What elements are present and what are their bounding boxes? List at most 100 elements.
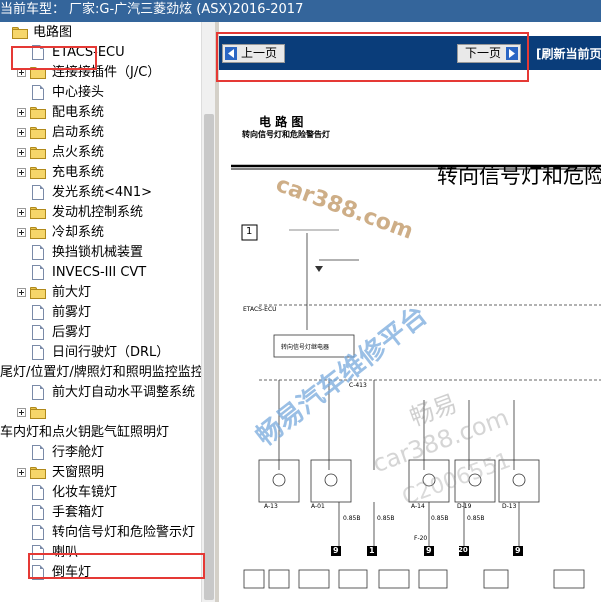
tree-item[interactable]: 启动系统 — [0, 123, 201, 143]
folder-icon — [30, 287, 46, 299]
tree-item-label: 配电系统 — [52, 105, 105, 120]
folder-icon — [30, 147, 46, 159]
tree-item[interactable]: 冷却系统 — [0, 223, 201, 243]
folder-icon — [30, 467, 46, 479]
tree-item[interactable]: 配电系统 — [0, 103, 201, 123]
tree-item[interactable]: 尾灯/位置灯/牌照灯和照明监控监控器 — [0, 363, 201, 383]
diagram-main-title: 转向信号灯和危险 — [437, 164, 601, 188]
tree-item-label: 冷却系统 — [52, 225, 105, 240]
connector-label-5: D-13 — [502, 503, 517, 510]
tree-item[interactable]: 前大灯 — [0, 283, 201, 303]
tree-item[interactable]: 化妆车镜灯 — [0, 483, 201, 503]
document-icon — [32, 265, 44, 280]
tree-item-label: 前大灯自动水平调整系统 — [52, 385, 196, 400]
tree-item[interactable]: 后雾灯 — [0, 323, 201, 343]
tree-item-label: 行李舱灯 — [52, 445, 105, 460]
tree-item[interactable]: 电路图 — [0, 23, 201, 43]
wire-label-3: 0.85B — [431, 515, 449, 522]
wire-label-1: 0.85B — [343, 515, 361, 522]
highlight-selected-item — [28, 553, 205, 579]
expand-icon[interactable] — [17, 148, 26, 157]
connector-label-2: A-01 — [311, 503, 325, 510]
tree-item[interactable]: 转向信号灯和危险警示灯 — [0, 523, 201, 543]
window-titlebar: 当前车型： 厂家:G-广汽三菱劲炫 (ASX)2016-2017 — [0, 0, 601, 22]
tree-item-label: 发动机控制系统 — [52, 205, 144, 220]
tree-item-label: 点火系统 — [52, 145, 105, 160]
vehicle-label: 当前车型： — [0, 2, 66, 17]
tree-scroll-thumb[interactable] — [204, 114, 214, 600]
tree-item-label: 启动系统 — [52, 125, 105, 140]
folder-icon — [30, 227, 46, 239]
document-icon — [32, 485, 44, 500]
expand-icon[interactable] — [17, 228, 26, 237]
document-icon — [32, 445, 44, 460]
tree-item-label: 天窗照明 — [52, 465, 105, 480]
tree-item[interactable] — [0, 403, 201, 423]
section-title: 电 路 图 — [259, 115, 304, 129]
document-icon — [32, 525, 44, 540]
expand-icon[interactable] — [17, 128, 26, 137]
connector-label-1: A-13 — [264, 503, 278, 510]
tree-item-label: 前雾灯 — [52, 305, 92, 320]
navigation-tree[interactable]: 电路图 ETACS-ECU 连接接插件（J/C） 中心接头 配电系统 启动系统 点火系统 充电… — [0, 22, 201, 602]
refresh-page-link[interactable]: [刷新当前页] — [536, 45, 601, 62]
tree-item-label: 化妆车镜灯 — [52, 485, 118, 500]
document-icon — [32, 245, 44, 260]
tree-item[interactable]: 中心接头 — [0, 83, 201, 103]
document-icon — [32, 325, 44, 340]
tree-item-label: 尾灯/位置灯/牌照灯和照明监控监控器 — [0, 365, 201, 380]
tree-item-label: 充电系统 — [52, 165, 105, 180]
tree-item-label: INVECS-III CVT — [52, 265, 147, 280]
connector-label-4: D-19 — [457, 503, 472, 510]
tree-item[interactable]: 充电系统 — [0, 163, 201, 183]
relay-label: 转向信号灯继电器 — [281, 344, 330, 351]
connector-label-6: C-413 — [349, 382, 367, 389]
tree-item-label: 前大灯 — [52, 285, 92, 300]
section-subtitle: 转向信号灯和危险警告灯 — [242, 130, 330, 139]
expand-icon[interactable] — [17, 468, 26, 477]
wire-label-4: 0.85B — [467, 515, 485, 522]
ground-label-4: 20 — [458, 546, 468, 554]
tree-item[interactable]: 发光系统<4N1> — [0, 183, 201, 203]
box-number: 1 — [246, 226, 253, 237]
tree-item-label: 后雾灯 — [52, 325, 92, 340]
ecu-label: ETACS-ECU — [243, 306, 277, 313]
expand-icon[interactable] — [17, 168, 26, 177]
wire-label-5: F-20 — [414, 535, 428, 542]
folder-icon — [30, 127, 46, 139]
folder-icon — [30, 107, 46, 119]
connector-label-3: A-14 — [411, 503, 425, 510]
tree-item-label: 发光系统<4N1> — [52, 185, 153, 200]
tree-item[interactable]: 点火系统 — [0, 143, 201, 163]
ground-label-2: 1 — [369, 546, 375, 555]
tree-item[interactable]: 发动机控制系统 — [0, 203, 201, 223]
tree-item-label: 手套箱灯 — [52, 505, 105, 520]
ground-label-1: 9 — [333, 546, 339, 555]
expand-icon[interactable] — [17, 288, 26, 297]
tree-item[interactable]: 手套箱灯 — [0, 503, 201, 523]
expand-icon[interactable] — [17, 108, 26, 117]
ground-label-5: 9 — [515, 546, 521, 555]
tree-item[interactable]: 天窗照明 — [0, 463, 201, 483]
folder-open-icon — [12, 27, 28, 39]
tree-item[interactable]: 行李舱灯 — [0, 443, 201, 463]
tree-item-label: 电路图 — [33, 25, 73, 40]
tree-item[interactable]: 换挡锁机械装置 — [0, 243, 201, 263]
document-icon — [32, 85, 44, 100]
tree-item[interactable]: 日间行驶灯（DRL） — [0, 343, 201, 363]
folder-icon — [30, 407, 46, 419]
tree-item[interactable]: INVECS-III CVT — [0, 263, 201, 283]
tree-item-label: 车内灯和点火钥匙气缸照明灯 — [0, 425, 170, 440]
tree-item-label: 换挡锁机械装置 — [52, 245, 144, 260]
tree-item[interactable]: 前大灯自动水平调整系统 — [0, 383, 201, 403]
tree-scrollbar[interactable] — [201, 22, 215, 602]
tree-item-label: 中心接头 — [52, 85, 105, 100]
tree-item[interactable]: 前雾灯 — [0, 303, 201, 323]
document-icon — [32, 505, 44, 520]
document-viewer: 上一页 下一页 [刷新当前页] 电 路 图 转向信号灯和危险警告灯 转向信号灯和… — [219, 22, 601, 602]
expand-icon[interactable] — [17, 408, 26, 417]
tree-item[interactable]: 车内灯和点火钥匙气缸照明灯 — [0, 423, 201, 443]
expand-icon[interactable] — [17, 208, 26, 217]
wiring-diagram-page: 电 路 图 转向信号灯和危险警告灯 转向信号灯和危险 1 ETACS-ECU 转… — [219, 80, 601, 602]
tree-item-label: 日间行驶灯（DRL） — [52, 345, 170, 360]
